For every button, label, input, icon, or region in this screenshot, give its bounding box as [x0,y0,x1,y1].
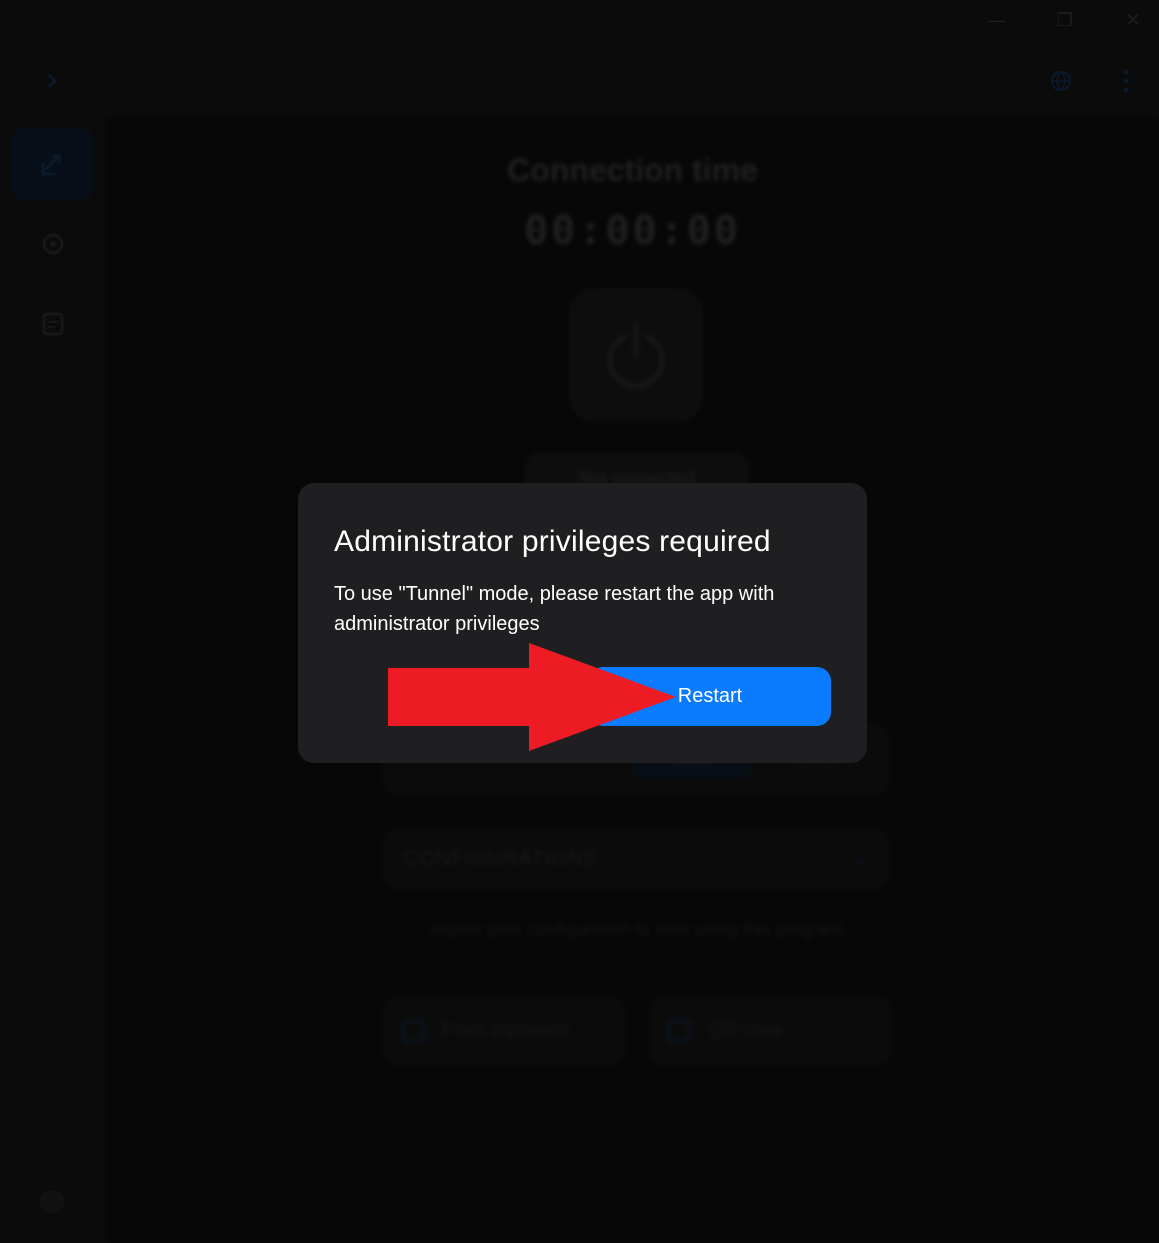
app-window: — ❐ ✕ Connection time 00:00:00 Not conne… [0,0,1159,1243]
dialog-message: To use "Tunnel" mode, please restart the… [334,583,775,635]
red-arrow-annotation [388,643,676,751]
dialog-title: Administrator privileges required [334,525,771,558]
